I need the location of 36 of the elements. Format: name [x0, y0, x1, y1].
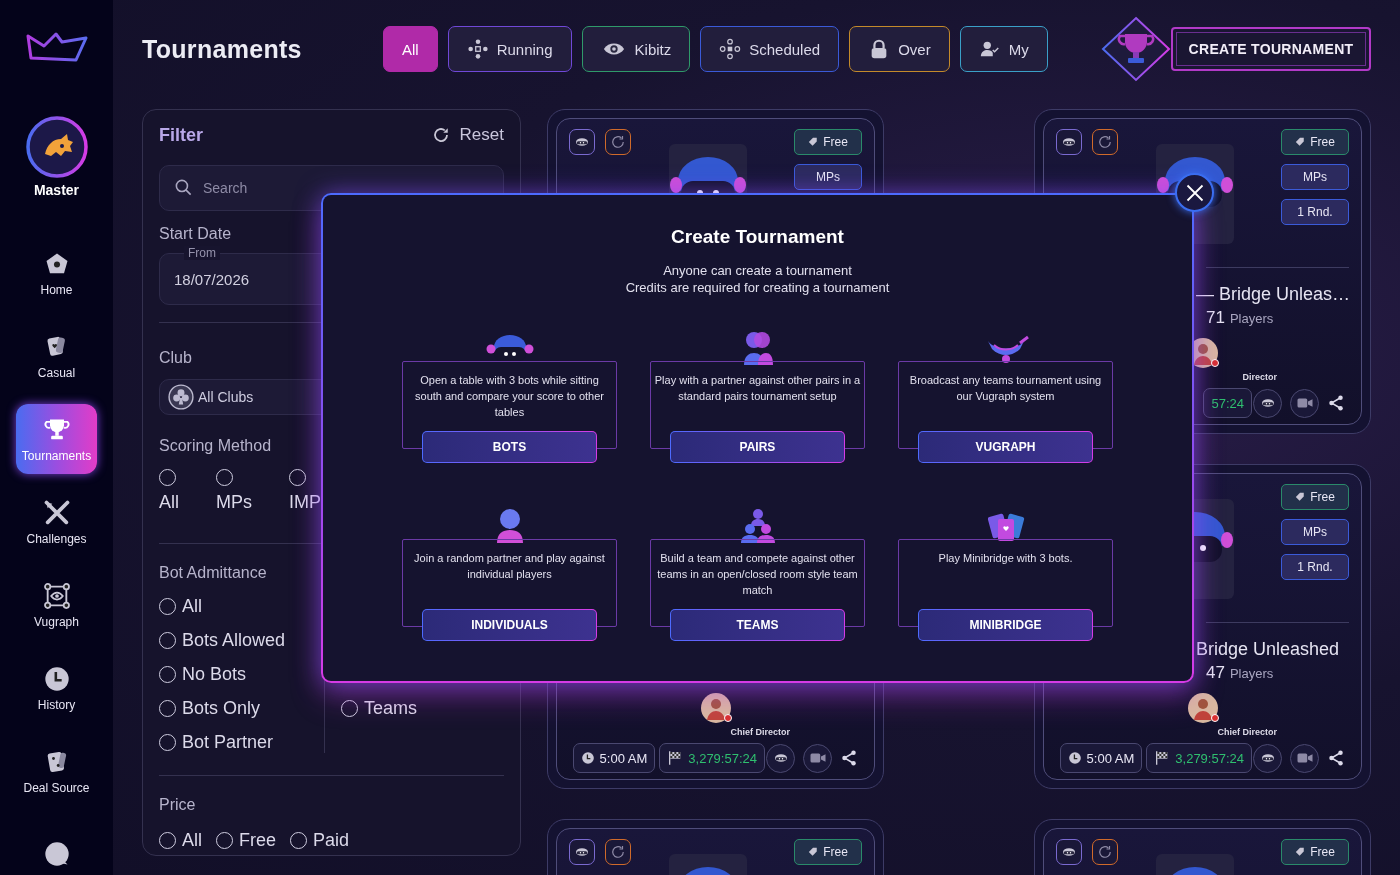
tournament-title: — Bridge Unleas… — [1196, 283, 1351, 306]
field-label: Price — [159, 796, 196, 814]
players-label: Players — [1229, 666, 1274, 681]
tag-badge: Free — [1281, 484, 1349, 510]
panel-title: Filter — [159, 124, 203, 146]
start-time: 5:00 AM — [572, 743, 656, 773]
tag-badge: 1 Rnd. — [1281, 199, 1349, 225]
field-label: Club — [159, 349, 192, 367]
field-legend: From — [184, 246, 220, 260]
tag-badge: MPs — [794, 164, 862, 190]
dialog-text: Anyone can create a tournament — [663, 262, 852, 279]
player-count: 71 — [1206, 308, 1225, 328]
players-label: Players — [1229, 311, 1274, 326]
page-title: Tournaments — [142, 34, 303, 64]
tag-badge: MPs — [1281, 164, 1349, 190]
tag-badge: MPs — [1281, 519, 1349, 545]
tag-badge: 1 Rnd. — [1281, 554, 1349, 580]
director-label: Chief Director — [1216, 727, 1277, 737]
tag-badge: Free — [794, 129, 862, 155]
start-time: 5:00 AM — [1059, 743, 1143, 773]
tag-badge: Free — [1281, 839, 1349, 865]
field-label: Bot Admittance — [159, 564, 267, 582]
dialog-text: Credits are required for creating a tournament — [625, 279, 890, 296]
duration-pill: 3,279:57:24 — [1146, 743, 1252, 773]
tag-badge: Free — [794, 839, 862, 865]
duration-pill: 3,279:57:24 — [659, 743, 765, 773]
director-label: Director — [1241, 372, 1277, 382]
duration-pill: 57:24 — [1203, 388, 1252, 418]
player-count: 47 — [1206, 663, 1225, 683]
tag-badge: Free — [1281, 129, 1349, 155]
director-label: Chief Director — [729, 727, 790, 737]
field-label: Start Date — [159, 225, 232, 243]
tournament-title: Bridge Unleashed — [1196, 638, 1340, 661]
profile-name: Master — [33, 182, 80, 198]
field-label: Scoring Method — [159, 437, 272, 455]
dialog-title: Create Tournament — [671, 226, 844, 248]
